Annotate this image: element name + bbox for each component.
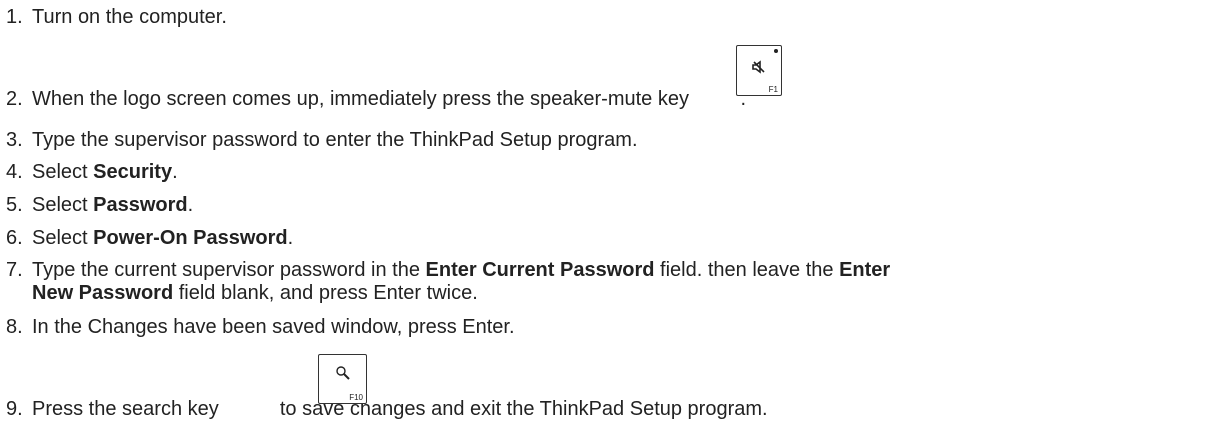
step-6: 6. Select Power-On Password. — [6, 226, 293, 250]
step-5: 5. Select Password. — [6, 193, 193, 217]
search-icon — [319, 364, 366, 387]
step-text: Type the supervisor password to enter th… — [32, 129, 638, 151]
step-text: When the logo screen comes up, immediate… — [32, 88, 695, 110]
indicator-light — [774, 49, 778, 53]
speaker-mute-icon — [737, 58, 781, 81]
step-text-end: . — [187, 194, 194, 216]
step-text: Press the search key — [32, 398, 225, 420]
step-number: 6. — [6, 227, 23, 249]
key-label: F1 — [768, 85, 778, 94]
step-number: 7. — [6, 259, 23, 281]
step-text-end: . — [287, 227, 294, 249]
step-7: 7. Type the current supervisor password i… — [6, 258, 890, 282]
f10-search-key: F10 — [318, 354, 367, 404]
step-number: 1. — [6, 6, 23, 28]
step-number: 9. — [6, 398, 23, 420]
step-text-end: . — [172, 161, 178, 183]
step-text-end: field blank, and press Enter twice. — [173, 282, 478, 304]
step-number: 8. — [6, 316, 23, 338]
step-8: 8. In the Changes have been saved window,… — [6, 315, 515, 339]
menu-name: Power-On Password — [93, 227, 288, 249]
step-text: Select — [32, 194, 94, 216]
step-number: 3. — [6, 129, 23, 151]
step-1: 1. Turn on the computer. — [6, 5, 227, 29]
field-name: Enter — [839, 259, 891, 281]
step-4: 4. Select Security. — [6, 160, 178, 184]
menu-name: Security — [93, 161, 173, 183]
step-text: Turn on the computer. — [32, 6, 227, 28]
field-name: Enter Current Password — [425, 259, 655, 281]
field-name: New Password — [32, 282, 174, 304]
step-text: Select — [32, 161, 94, 183]
step-text: Type the current supervisor password in … — [32, 259, 426, 281]
step-text-mid: field. then leave the — [654, 259, 840, 281]
step-3: 3. Type the supervisor password to enter … — [6, 128, 638, 152]
step-number: 5. — [6, 194, 23, 216]
step-9: 9. Press the search key to save changes a… — [6, 397, 768, 421]
step-number: 2. — [6, 88, 23, 110]
step-text: Select — [32, 227, 94, 249]
step-2: 2. When the logo screen comes up, immedia… — [6, 87, 746, 111]
menu-name: Password — [93, 194, 188, 216]
step-7-continued: New Password field blank, and press Ente… — [32, 281, 478, 305]
key-label: F10 — [349, 393, 363, 402]
f1-mute-key: F1 — [736, 45, 782, 96]
step-text: In the Changes have been saved window, p… — [32, 316, 515, 338]
step-number: 4. — [6, 161, 23, 183]
